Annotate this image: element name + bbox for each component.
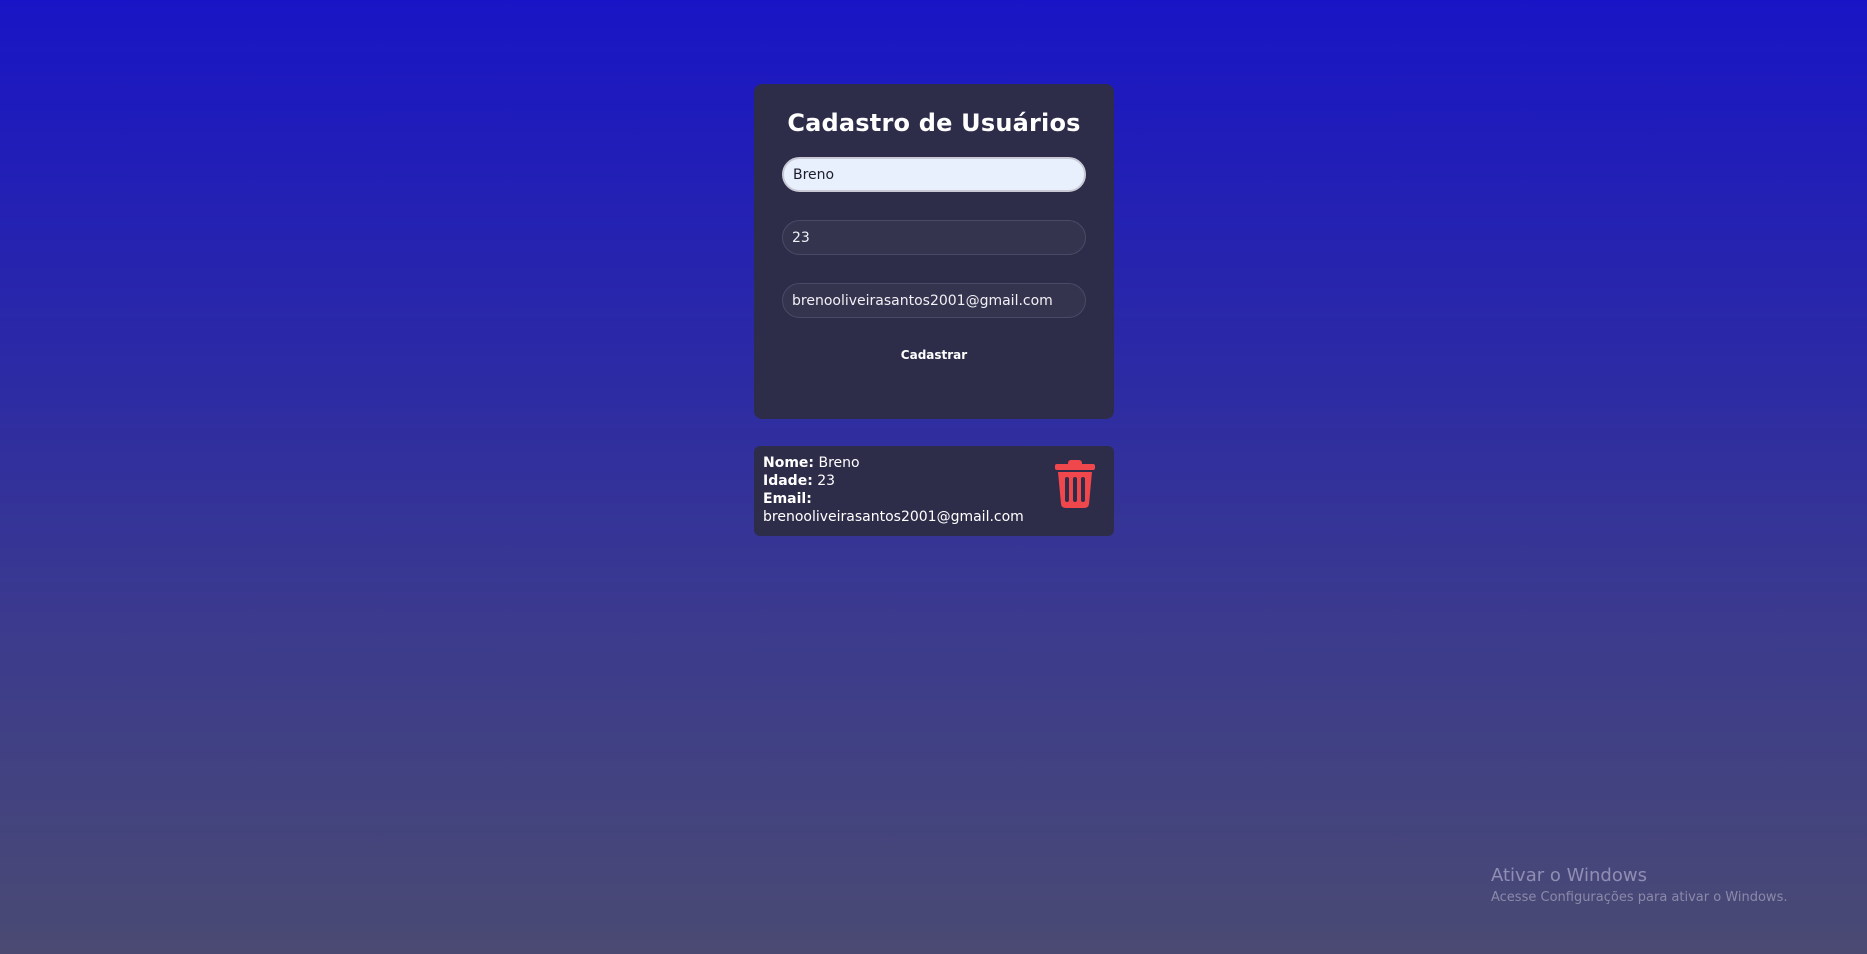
- user-email-label-line: Email:: [763, 490, 1048, 508]
- registration-form: Cadastro de Usuários Cadastrar: [754, 84, 1114, 419]
- trash-icon: [1055, 460, 1095, 508]
- user-name-value: Breno: [818, 455, 860, 471]
- user-name-label: Nome:: [763, 455, 815, 471]
- name-input[interactable]: [782, 157, 1086, 192]
- user-age-value: 23: [817, 473, 836, 489]
- delete-user-button[interactable]: [1053, 460, 1097, 508]
- submit-button[interactable]: Cadastrar: [901, 345, 967, 365]
- user-name-line: Nome: Breno: [763, 454, 1048, 472]
- age-input[interactable]: [782, 220, 1086, 255]
- windows-activation-watermark: Ativar o Windows Acesse Configurações pa…: [1491, 865, 1787, 907]
- user-email-label: Email:: [763, 491, 812, 507]
- form-title: Cadastro de Usuários: [787, 109, 1081, 137]
- email-input[interactable]: [782, 283, 1086, 318]
- user-age-line: Idade: 23: [763, 472, 1048, 490]
- user-age-label: Idade:: [763, 473, 813, 489]
- user-email-value-line: brenooliveirasantos2001@gmail.com: [763, 508, 1048, 526]
- user-card: Nome: Breno Idade: 23 Email: brenoolivei…: [754, 446, 1114, 536]
- watermark-title: Ativar o Windows: [1491, 865, 1647, 886]
- user-email-value: brenooliveirasantos2001@gmail.com: [763, 509, 1024, 525]
- user-info: Nome: Breno Idade: 23 Email: brenoolivei…: [763, 454, 1048, 526]
- watermark-subtitle: Acesse Configurações para ativar o Windo…: [1491, 890, 1788, 905]
